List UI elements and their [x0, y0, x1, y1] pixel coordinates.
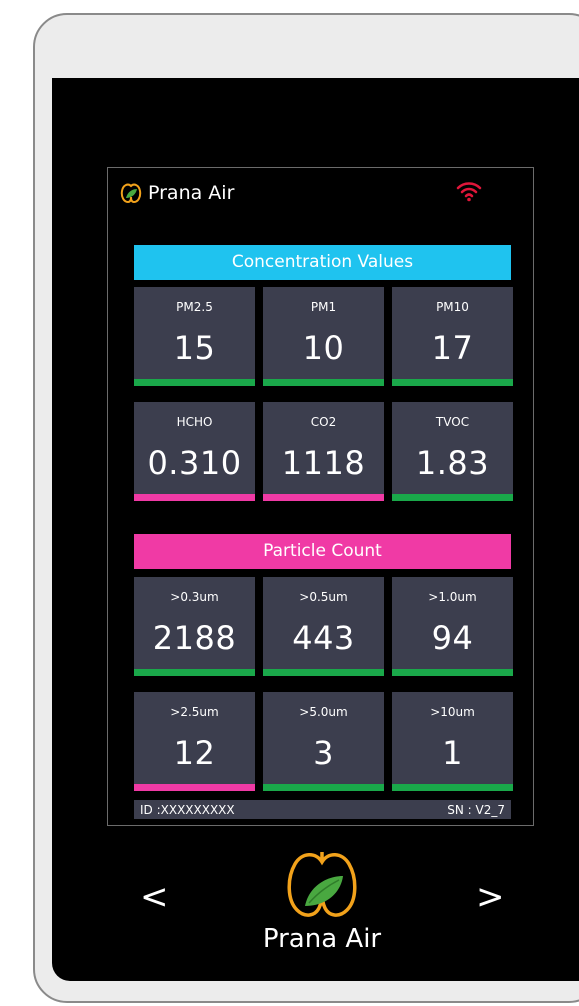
particle-value: 2188: [152, 619, 237, 657]
next-button[interactable]: >: [476, 880, 505, 914]
status-bar: [134, 784, 255, 791]
metric-tile-pm10: PM10 17: [392, 287, 513, 386]
particle-tile-5-0um: >5.0um 3: [263, 692, 384, 791]
status-bar: [263, 669, 384, 676]
particle-tile-1-0um: >1.0um 94: [392, 577, 513, 676]
screen-brand: Prana Air: [120, 180, 234, 206]
status-bar: [392, 379, 513, 386]
previous-button[interactable]: <: [140, 880, 169, 914]
metric-value: 1.83: [415, 444, 490, 482]
metric-label: PM10: [436, 300, 469, 314]
metric-value: 0.310: [147, 444, 242, 482]
status-bar: [263, 379, 384, 386]
status-bar: [263, 784, 384, 791]
metric-label: HCHO: [176, 415, 213, 429]
particle-label: >10um: [430, 705, 475, 719]
metric-tile-hcho: HCHO 0.310: [134, 402, 255, 501]
particle-value: 1: [442, 734, 463, 772]
particle-label: >1.0um: [428, 590, 477, 604]
metric-value: 1118: [281, 444, 366, 482]
particle-value: 443: [292, 619, 355, 657]
status-bar: [134, 669, 255, 676]
particle-label: >5.0um: [299, 705, 348, 719]
device-id: ID :XXXXXXXXX: [140, 802, 235, 817]
status-bar: [263, 494, 384, 501]
metric-tile-pm1: PM1 10: [263, 287, 384, 386]
status-bar: [134, 379, 255, 386]
serial-number: SN : V2_7: [447, 802, 505, 817]
metric-value: 15: [173, 329, 216, 367]
particle-label: >0.5um: [299, 590, 348, 604]
brand-name: Prana Air: [148, 182, 235, 204]
particle-label: >2.5um: [170, 705, 219, 719]
particle-count-header: Particle Count: [134, 534, 511, 569]
particle-tile-0-3um: >0.3um 2188: [134, 577, 255, 676]
status-bar: [392, 669, 513, 676]
prana-air-logo-icon: [283, 848, 361, 920]
status-bar: [392, 784, 513, 791]
logo-wordmark: Prana Air: [262, 924, 382, 954]
metric-tile-tvoc: TVOC 1.83: [392, 402, 513, 501]
status-bar: [134, 494, 255, 501]
metric-label: PM2.5: [176, 300, 213, 314]
concentration-header: Concentration Values: [134, 245, 511, 280]
metric-label: CO2: [310, 415, 337, 429]
particle-value: 3: [313, 734, 334, 772]
metric-tile-co2: CO2 1118: [263, 402, 384, 501]
device-info-bar: ID :XXXXXXXXX SN : V2_7: [134, 800, 511, 819]
particle-tile-10um: >10um 1: [392, 692, 513, 791]
status-bar: [392, 494, 513, 501]
particle-value: 12: [173, 734, 216, 772]
metric-label: PM1: [310, 300, 337, 314]
metric-label: TVOC: [435, 415, 470, 429]
metric-tile-pm25: PM2.5 15: [134, 287, 255, 386]
particle-tile-0-5um: >0.5um 443: [263, 577, 384, 676]
particle-tile-2-5um: >2.5um 12: [134, 692, 255, 791]
metric-value: 17: [431, 329, 474, 367]
particle-label: >0.3um: [170, 590, 219, 604]
wifi-icon: [456, 180, 482, 202]
metric-value: 10: [302, 329, 345, 367]
particle-value: 94: [431, 619, 474, 657]
lungs-leaf-icon: [120, 182, 142, 204]
